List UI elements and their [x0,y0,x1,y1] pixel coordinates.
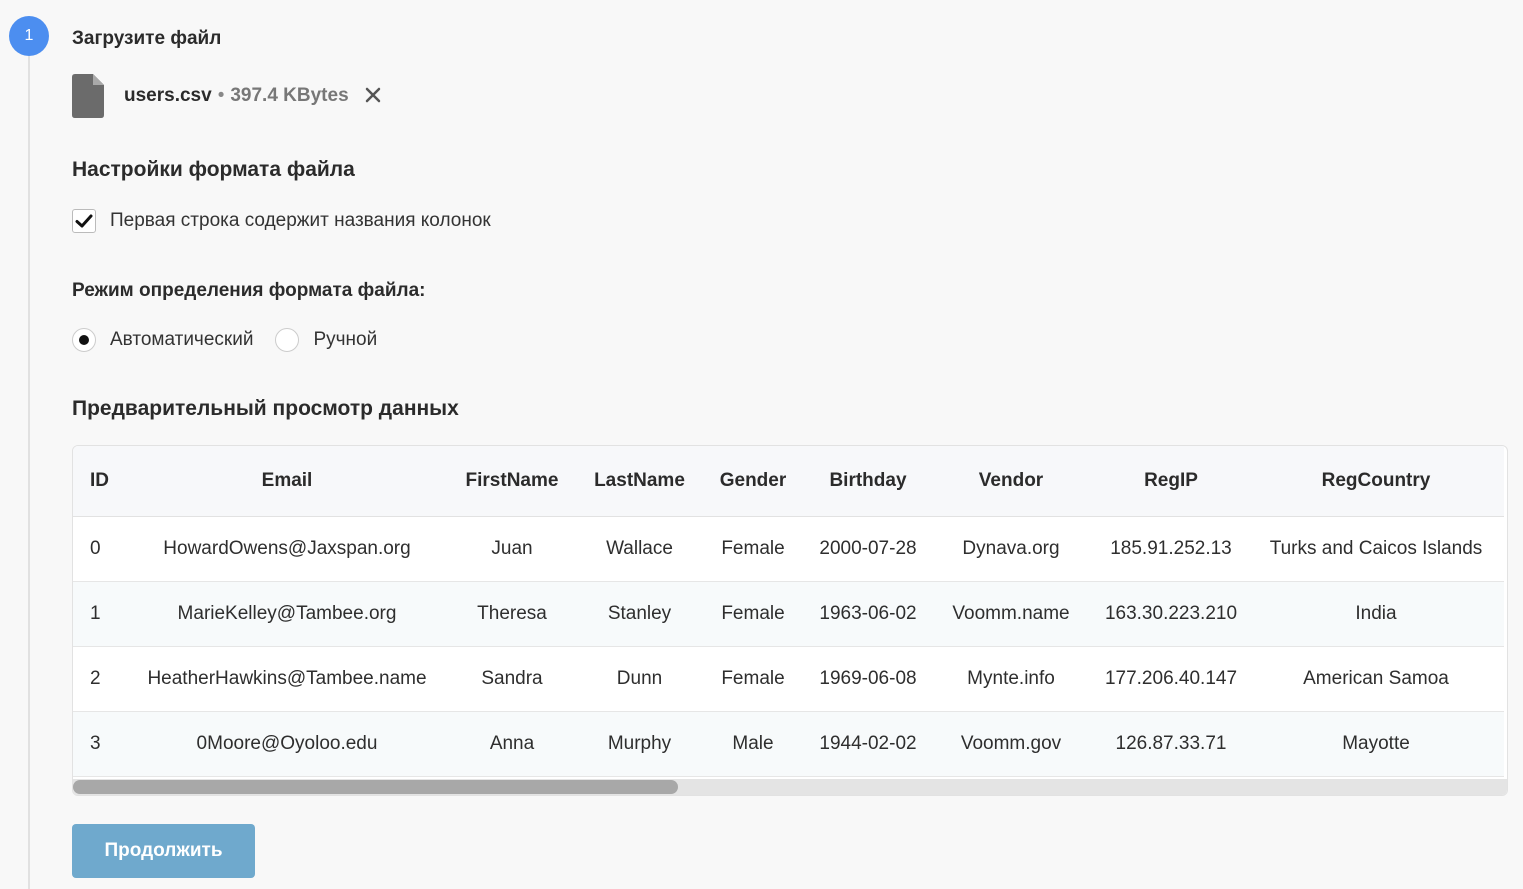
detection-mode-options: Автоматический Ручной [72,328,399,352]
table-cell: 177.206.40.147 [1104,667,1238,689]
column-header: Email [131,446,443,517]
table-row: 2 HeatherHawkins@Tambee.name Sandra Dunn… [73,646,1504,711]
table-cell: Female [721,667,785,689]
table-cell: Dynava.org [962,537,1060,559]
table-cell: Male [732,732,774,754]
radio-manual-label[interactable]: Ручной [313,329,377,351]
table-cell: 2000-07-28 [819,537,917,559]
table-cell: 185.91.252.13 [1110,537,1232,559]
column-header: FirstName [443,446,581,517]
close-icon[interactable] [365,85,381,107]
table-row: 3 0Moore@Oyoloo.edu Anna Murphy Male 194… [73,711,1504,776]
file-name: users.csv [124,85,212,106]
table-cell: Female [721,537,785,559]
data-preview-table-container: ID Email FirstName LastName Gender Birth… [72,445,1508,796]
horizontal-scrollbar[interactable] [73,779,1507,795]
table-cell: Theresa [477,602,547,624]
table-cell: Mayotte [1342,732,1410,754]
table-cell: 1969-06-08 [819,667,917,689]
table-cell: HowardOwens@Jaxspan.org [163,537,411,559]
continue-button[interactable]: Продолжить [72,824,255,878]
table-cell: Mynte.info [967,667,1055,689]
table-cell: HeatherHawkins@Tambee.name [147,667,427,689]
table-cell: 1963-06-02 [819,602,917,624]
table-cell: Murphy [607,732,672,754]
remove-file-button[interactable] [365,87,381,103]
table-cell: 1944-02-02 [819,732,917,754]
table-cell: 126.87.33.71 [1115,732,1227,754]
step-number-badge: 1 [9,16,49,56]
table-row: 0 HowardOwens@Jaxspan.org Juan Wallace F… [73,516,1504,581]
header-row-option[interactable]: Первая строка содержит названия колонок [72,209,491,233]
preview-title: Предварительный просмотр данных [72,397,459,420]
table-cell: Stanley [607,602,672,624]
step-title: Загрузите файл [72,28,222,49]
table-cell: Anna [489,732,535,754]
radio-automatic[interactable] [72,328,96,352]
table-cell: 163.30.223.210 [1104,602,1238,624]
radio-selected-dot [79,335,89,345]
table-cell: Voomm.gov [960,732,1062,754]
table-cell: 3 [90,732,101,754]
column-header: Gender [698,446,808,517]
header-row-checkbox[interactable] [72,209,96,233]
table-header-row: ID Email FirstName LastName Gender Birth… [73,446,1504,517]
checkmark-icon [75,214,93,228]
file-separator: • [217,85,225,106]
table-cell: Juan [491,537,533,559]
column-header: RegIP [1094,446,1248,517]
upload-wizard-page: 1 Загрузите файл users.csv • 397.4 KByte… [0,0,1523,889]
table-cell: Wallace [606,537,673,559]
file-size: 397.4 KBytes [230,85,349,106]
table-cell: 1 [90,602,101,624]
column-header: Birthday [808,446,928,517]
scrollbar-thumb[interactable] [73,780,678,794]
table-cell: 2 [90,667,101,689]
column-header: LastName [581,446,698,517]
uploaded-file: users.csv • 397.4 KBytes [72,74,381,118]
table-cell: Sandra [481,667,543,689]
radio-manual[interactable] [275,328,300,352]
column-header: ID [73,446,131,517]
table-cell: American Samoa [1303,667,1449,689]
format-settings-title: Настройки формата файла [72,158,355,181]
column-header: Vendor [928,446,1094,517]
table-cell: MarieKelley@Tambee.org [177,602,397,624]
data-preview-table: ID Email FirstName LastName Gender Birth… [73,446,1504,777]
table-row: 1 MarieKelley@Tambee.org Theresa Stanley… [73,581,1504,646]
header-row-label[interactable]: Первая строка содержит названия колонок [110,210,491,232]
table-cell: 0Moore@Oyoloo.edu [196,732,378,754]
table-cell: Turks and Caicos Islands [1269,537,1483,559]
detection-mode-title: Режим определения формата файла: [72,280,426,301]
file-icon [72,74,104,118]
table-cell: India [1355,602,1397,624]
table-cell: Female [721,602,785,624]
radio-automatic-label[interactable]: Автоматический [110,329,253,351]
table-cell: Dunn [616,667,663,689]
table-cell: 0 [90,537,101,559]
step-connector-line [28,56,30,889]
table-cell: Voomm.name [952,602,1070,624]
column-header: RegCountry [1248,446,1504,517]
